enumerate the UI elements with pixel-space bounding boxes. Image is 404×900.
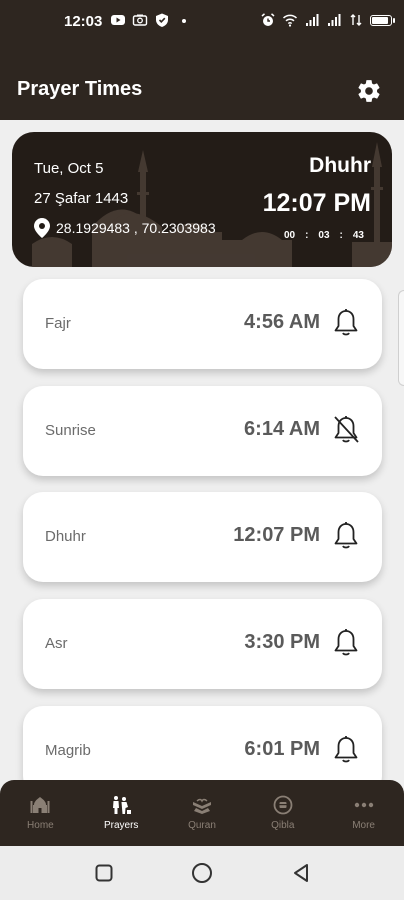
wifi-icon — [282, 14, 298, 27]
gregorian-date: Tue, Oct 5 — [34, 160, 104, 177]
location-coordinates: 28.1929483 , 70.2303983 — [56, 220, 216, 236]
system-navigation-bar — [0, 846, 404, 900]
prayer-card-sunrise[interactable]: Sunrise 6:14 AM — [23, 386, 382, 476]
countdown-separator: : — [305, 230, 309, 241]
bell-icon[interactable] — [332, 308, 360, 338]
nav-label: Home — [27, 820, 54, 831]
status-right-icons — [260, 12, 395, 28]
signal-icon — [306, 14, 319, 26]
location-pin-icon — [34, 218, 50, 238]
dot-icon — [182, 19, 186, 23]
compass-icon — [273, 795, 293, 815]
battery-icon — [370, 14, 395, 26]
status-time: 12:03 — [64, 13, 103, 30]
bottom-navigation: Home Prayers Quran Qibla More — [0, 780, 404, 846]
nav-label: Qibla — [271, 820, 295, 831]
camera-icon — [132, 14, 148, 26]
hijri-date: 27 Şafar 1443 — [34, 190, 129, 207]
prayer-time: 6:14 AM — [244, 418, 320, 440]
nav-label: More — [352, 820, 375, 831]
status-left-icons — [110, 12, 192, 28]
more-icon — [354, 802, 373, 808]
nav-item-more[interactable]: More — [323, 780, 404, 846]
nav-label: Prayers — [103, 820, 139, 831]
gear-icon[interactable] — [356, 78, 382, 104]
nav-item-home[interactable]: Home — [0, 780, 81, 846]
back-triangle-icon[interactable] — [289, 861, 313, 885]
countdown-timer: 00 : 03 : 43 — [284, 230, 364, 241]
nav-label: Quran — [188, 820, 216, 831]
prayers-icon — [113, 796, 132, 814]
bell-icon[interactable] — [332, 521, 360, 551]
prayer-time: 3:30 PM — [244, 631, 320, 653]
page-title: Prayer Times — [17, 78, 143, 100]
prayer-time: 6:01 PM — [244, 738, 320, 760]
signal-icon-2 — [328, 14, 341, 26]
current-prayer-time: 12:07 PM — [262, 189, 371, 217]
bell-icon[interactable] — [332, 735, 360, 765]
nav-item-quran[interactable]: Quran — [162, 780, 243, 846]
prayer-name: Sunrise — [45, 422, 96, 439]
nav-item-prayers[interactable]: Prayers — [81, 780, 162, 846]
prayer-card-asr[interactable]: Asr 3:30 PM — [23, 599, 382, 689]
prayer-card-fajr[interactable]: Fajr 4:56 AM — [23, 279, 382, 369]
bell-icon[interactable] — [332, 628, 360, 658]
prayer-time: 12:07 PM — [233, 524, 320, 546]
prayer-card-dhuhr[interactable]: Dhuhr 12:07 PM — [23, 492, 382, 582]
alarm-icon — [261, 13, 275, 26]
prayer-time: 4:56 AM — [244, 311, 320, 333]
countdown-separator: : — [339, 230, 343, 241]
countdown-minutes: 03 — [318, 230, 330, 241]
prayer-name: Dhuhr — [45, 528, 86, 545]
youtube-icon — [111, 15, 125, 25]
current-prayer-card: Tue, Oct 5 27 Şafar 1443 28.1929483 , 70… — [12, 132, 392, 267]
side-drawer-handle[interactable] — [398, 290, 404, 386]
current-prayer-name: Dhuhr — [309, 154, 371, 177]
home-circle-icon[interactable] — [190, 861, 214, 885]
prayer-name: Fajr — [45, 315, 71, 332]
shield-icon — [156, 13, 168, 27]
countdown-hours: 00 — [283, 230, 296, 241]
data-icon — [350, 14, 362, 26]
recents-icon[interactable] — [92, 861, 116, 885]
nav-item-qibla[interactable]: Qibla — [242, 780, 323, 846]
status-bar: 12:03 — [0, 0, 404, 44]
bell-off-icon[interactable] — [332, 415, 360, 445]
prayer-name: Asr — [45, 635, 68, 652]
mosque-icon — [30, 797, 50, 813]
app-bar: Prayer Times — [0, 44, 404, 120]
location-row: 28.1929483 , 70.2303983 — [34, 218, 216, 238]
prayer-name: Magrib — [45, 742, 91, 759]
countdown-seconds: 43 — [352, 230, 364, 241]
quran-icon — [192, 798, 211, 814]
